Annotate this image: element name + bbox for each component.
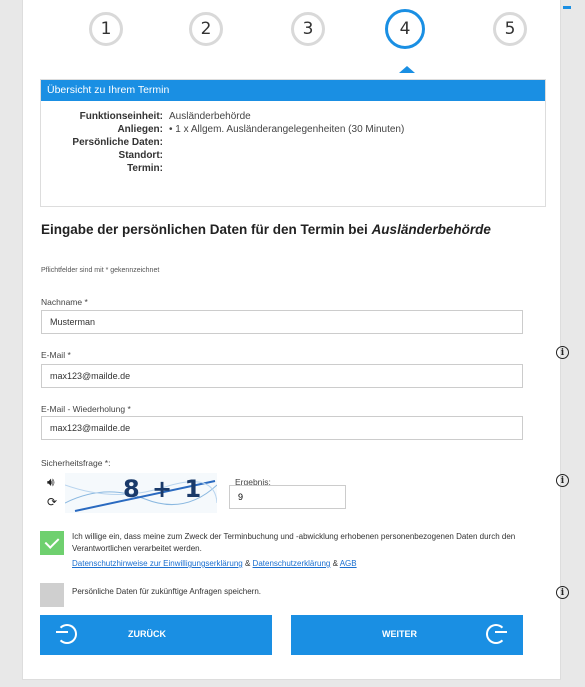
corner-mark (563, 6, 571, 9)
save-data-label: Persönliche Daten für zukünftige Anfrage… (72, 587, 262, 596)
consent-notice-link[interactable]: Datenschutzhinweise zur Einwilligungserk… (72, 559, 243, 568)
legal-links: Datenschutzhinweise zur Einwilligungserk… (72, 559, 357, 568)
captcha-text: 8 + 1 (123, 475, 204, 503)
step-4-active[interactable]: 4 (385, 9, 425, 49)
result-input[interactable] (229, 485, 346, 509)
page-title: Eingabe der persönlichen Daten für den T… (41, 222, 491, 237)
step-indicator: 1 2 3 4 5 (23, 9, 560, 52)
security-question-label: Sicherheitsfrage *: (41, 458, 111, 468)
lastname-input[interactable] (41, 310, 523, 334)
email-label: E-Mail * (41, 350, 71, 360)
required-hint: Pflichtfelder sind mit * gekennzeichnet (41, 267, 160, 274)
booking-card: 1 2 3 4 5 Übersicht zu Ihrem Termin Funk… (22, 0, 561, 680)
consent-checkbox[interactable] (40, 531, 64, 555)
agb-link[interactable]: AGB (340, 559, 357, 568)
save-info-icon[interactable]: i (556, 586, 569, 599)
email-repeat-input[interactable] (41, 416, 523, 440)
summary-row-appointment: Termin: (127, 163, 163, 174)
back-button[interactable]: ZURÜCK (40, 615, 272, 655)
privacy-link[interactable]: Datenschutzerklärung (253, 559, 331, 568)
summary-row-location: Standort: (118, 150, 163, 161)
email-repeat-label: E-Mail - Wiederholung * (41, 404, 131, 414)
save-data-checkbox[interactable] (40, 583, 64, 607)
step-3[interactable]: 3 (291, 12, 325, 46)
captcha-info-icon[interactable]: i (556, 474, 569, 487)
summary-row-concern: Anliegen: • 1 x Allgem. Ausländerangeleg… (117, 124, 405, 135)
audio-icon[interactable]: 🔊︎ (47, 475, 55, 490)
reload-icon[interactable]: ⟳ (47, 495, 57, 509)
summary-row-personal-data: Persönliche Daten: (72, 137, 163, 148)
email-input[interactable] (41, 364, 523, 388)
email-info-icon[interactable]: i (556, 346, 569, 359)
step-1[interactable]: 1 (89, 12, 123, 46)
summary-header: Übersicht zu Ihrem Termin (41, 80, 545, 101)
next-arrow-icon (486, 624, 506, 644)
step-5[interactable]: 5 (493, 12, 527, 46)
back-arrow-icon (57, 624, 77, 644)
lastname-label: Nachname * (41, 297, 88, 307)
summary-row-functional-unit: Funktionseinheit: Ausländerbehörde (79, 111, 251, 122)
captcha-image: 8 + 1 (65, 473, 217, 513)
step-2[interactable]: 2 (189, 12, 223, 46)
next-button[interactable]: WEITER (291, 615, 523, 655)
summary-body: Funktionseinheit: Ausländerbehörde Anlie… (41, 101, 545, 175)
consent-text: Ich willige ein, dass meine zum Zweck de… (72, 532, 516, 553)
step-pointer (399, 66, 415, 73)
checkmark-icon (44, 534, 60, 549)
appointment-summary: Übersicht zu Ihrem Termin Funktionseinhe… (40, 79, 546, 207)
